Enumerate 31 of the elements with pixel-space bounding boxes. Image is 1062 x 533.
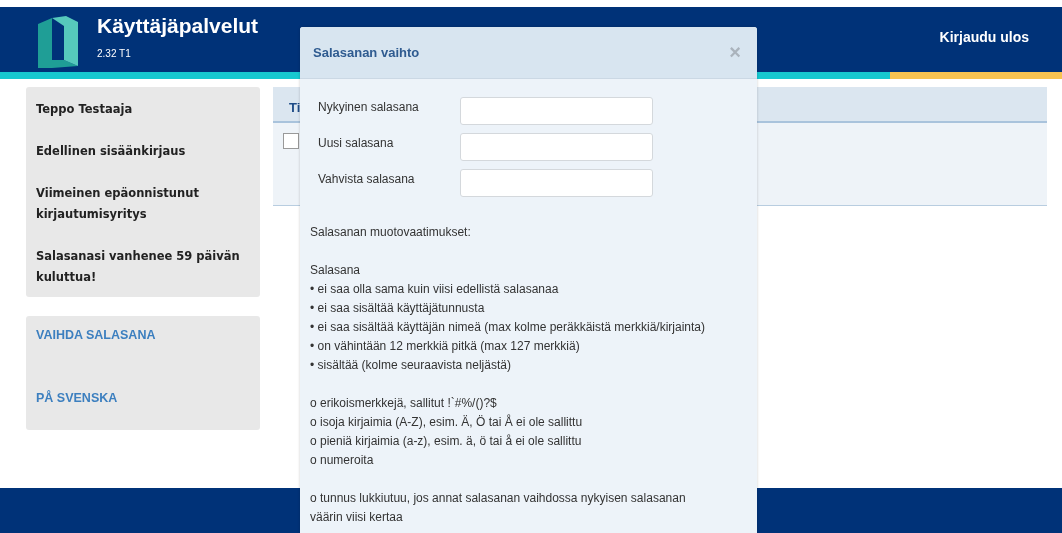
app-title: Käyttäjäpalvelut [97, 14, 259, 38]
sidebar-link[interactable]: PÅ SVENSKA [36, 391, 250, 405]
requirement-text: • ei saa sisältää käyttäjätunnusta [310, 300, 486, 317]
requirement-text: • sisältää (kolme seuraavista neljästä) [310, 357, 512, 374]
field-label: Uusi salasana [318, 136, 395, 150]
logout-link[interactable]: Kirjaudu ulos [939, 29, 1029, 45]
requirement-text: Salasana [310, 262, 362, 279]
field-label: Nykyinen salasana [318, 100, 420, 114]
info-text: Viimeinen epäonnistunut kirjautumisyritys [36, 185, 200, 223]
checkbox[interactable] [283, 133, 299, 149]
field-label: Vahvista salasana [318, 172, 416, 186]
logo-icon [38, 16, 78, 68]
requirement-text: • ei saa olla sama kuin viisi edellistä salasanaa [310, 281, 560, 298]
version-label: 2.32 T1 [97, 48, 132, 59]
requirement-text: Salasanan muotovaatimukset: [310, 224, 472, 241]
requirement-text: o pieniä kirjaimia (a-z), esim. ä, ö tai å ei ole sallittu [310, 433, 583, 450]
sidebar-link[interactable]: VAIHDA SALASANA [36, 328, 250, 342]
requirement-text: • on vähintään 12 merkkiä pitkä (max 127 merkkiä) [310, 338, 581, 355]
info-text: Teppo Testaaja [36, 101, 134, 118]
requirement-text: o isoja kirjaimia (A-Z), esim. Ä, Ö tai Å ei ole sallittu [310, 413, 584, 431]
info-text: Salasanasi vanhenee 59 päivän kuluttua! [36, 248, 241, 286]
requirement-text: • ei saa sisältää käyttäjän nimeä (max kolme peräkkäistä merkkiä/kirjainta) [310, 319, 707, 336]
password-field[interactable] [460, 97, 653, 125]
password-field[interactable] [460, 169, 653, 197]
password-field[interactable] [460, 133, 653, 161]
requirement-text: o erikoismerkkejä, sallitut !`#%/()?$ [310, 395, 498, 412]
dialog-title: Salasanan vaihto [313, 45, 421, 60]
info-text: Edellinen sisäänkirjaus [36, 143, 187, 160]
requirement-text: o tunnus lukkiutuu, jos annat salasanan vaihdossa nykyisen salasanan väärin viisi kertaa [310, 490, 687, 526]
requirement-text: o numeroita [310, 452, 375, 469]
column-header: Ti [289, 100, 301, 115]
